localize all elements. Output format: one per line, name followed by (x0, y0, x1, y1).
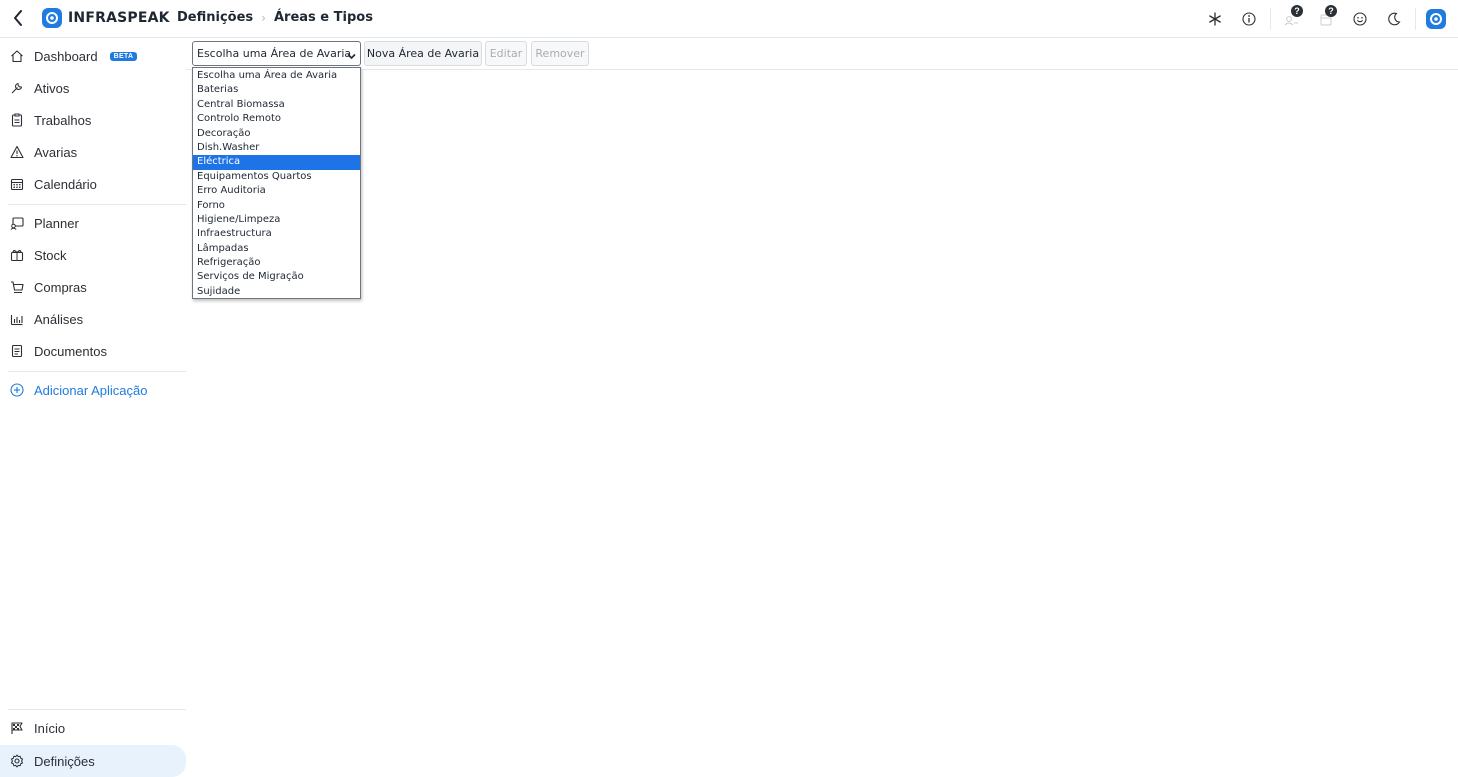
box-icon (10, 248, 24, 262)
dropdown-option[interactable]: Controlo Remoto (193, 112, 360, 126)
warning-icon (10, 145, 24, 159)
sidebar-item-label: Início (34, 720, 66, 736)
dropdown-option[interactable]: Serviços de Migração (193, 270, 360, 284)
help-badge: ? (1325, 5, 1337, 17)
sidebar-item-label: Dashboard (34, 48, 98, 64)
dropdown-option[interactable]: Dish.Washer (193, 141, 360, 155)
flag-icon (10, 721, 24, 735)
sidebar-item-stock[interactable]: Stock (0, 239, 186, 271)
plus-circle-icon (10, 383, 24, 397)
sidebar-item-label: Calendário (34, 176, 97, 192)
infraspeak-logo-icon (42, 8, 62, 28)
breadcrumb-separator-icon: › (261, 10, 266, 25)
chevron-down-icon (347, 50, 356, 63)
dropdown-option-highlighted[interactable]: Eléctrica (193, 155, 360, 170)
smile-icon[interactable] (1343, 0, 1377, 38)
dropdown-option[interactable]: Refrigeração (193, 256, 360, 270)
sidebar-item-label: Avarias (34, 144, 78, 160)
sidebar-divider (8, 371, 186, 372)
dropdown-option[interactable]: Baterias (193, 83, 360, 97)
sidebar-item-label: Análises (34, 311, 84, 327)
logo-text: INFRASPEAK (68, 10, 170, 26)
top-icons: ? ? (1198, 0, 1458, 38)
sidebar-item-label: Definições (34, 753, 95, 769)
sidebar-item-documentos[interactable]: Documentos (0, 335, 186, 367)
chart-icon (10, 312, 24, 326)
dropdown-option[interactable]: Decoração (193, 127, 360, 141)
moon-icon[interactable] (1377, 0, 1411, 38)
dropdown-option[interactable]: Forno (193, 199, 360, 213)
clipboard-icon (10, 113, 24, 127)
dropdown-option[interactable]: Central Biomassa (193, 98, 360, 112)
beta-badge: BETA (109, 51, 138, 61)
breadcrumb-current: Áreas e Tipos (273, 10, 373, 25)
dropdown-option[interactable]: Equipamentos Quartos (193, 170, 360, 184)
sidebar-item-inicio[interactable]: Início (0, 712, 186, 744)
dropdown-option[interactable]: Infraestructura (193, 227, 360, 241)
add-application-button[interactable]: Adicionar Aplicação (0, 374, 186, 406)
sidebar-item-label: Ativos (34, 80, 70, 96)
home-icon (10, 49, 24, 63)
sidebar-item-avarias[interactable]: Avarias (0, 136, 186, 168)
sidebar-item-label: Planner (34, 215, 79, 231)
remove-button[interactable]: Remover (531, 41, 589, 66)
sidebar-item-definicoes[interactable]: Definições (0, 745, 186, 777)
divider (1415, 8, 1416, 30)
info-icon[interactable] (1232, 0, 1266, 38)
sidebar-item-ativos[interactable]: Ativos (0, 72, 186, 104)
top-bar: INFRASPEAK Definições › Áreas e Tipos ? … (0, 0, 1458, 38)
sidebar-item-label: Compras (34, 279, 87, 295)
area-select[interactable]: Escolha uma Área de Avaria (192, 41, 361, 66)
add-application-label: Adicionar Aplicação (34, 382, 148, 398)
calendar-help-icon[interactable]: ? (1309, 0, 1343, 38)
sidebar: Dashboard BETA Ativos Trabalhos Avarias … (0, 39, 190, 777)
area-dropdown-list[interactable]: Escolha uma Área de Avaria Baterias Cent… (192, 67, 361, 299)
help-badge: ? (1291, 5, 1303, 17)
cart-icon (10, 280, 24, 294)
sidebar-item-planner[interactable]: Planner (0, 207, 186, 239)
sidebar-item-label: Trabalhos (34, 112, 92, 128)
area-select-value: Escolha uma Área de Avaria (197, 47, 352, 60)
dropdown-option[interactable]: Erro Auditoria (193, 184, 360, 198)
sidebar-item-label: Documentos (34, 343, 107, 359)
calendar-icon (10, 177, 24, 191)
sidebar-item-analises[interactable]: Análises (0, 303, 186, 335)
planner-icon (10, 216, 24, 230)
sidebar-item-label: Stock (34, 247, 67, 263)
back-arrow-icon[interactable] (8, 8, 28, 28)
sidebar-item-compras[interactable]: Compras (0, 271, 186, 303)
new-area-button[interactable]: Nova Área de Avaria (364, 41, 482, 66)
sidebar-item-trabalhos[interactable]: Trabalhos (0, 104, 186, 136)
sidebar-divider (8, 709, 186, 710)
wrench-icon (10, 81, 24, 95)
dropdown-option[interactable]: Sujidade (193, 285, 360, 299)
dropdown-option[interactable]: Escolha uma Área de Avaria (193, 69, 360, 83)
document-icon (10, 344, 24, 358)
sidebar-item-calendario[interactable]: Calendário (0, 168, 186, 200)
content-toolbar: Escolha uma Área de Avaria Nova Área de … (186, 39, 1458, 70)
sidebar-divider (8, 204, 186, 205)
dropdown-option[interactable]: Lâmpadas (193, 242, 360, 256)
app-logo[interactable]: INFRASPEAK (42, 7, 170, 29)
divider (1270, 8, 1271, 30)
user-help-icon[interactable]: ? (1275, 0, 1309, 38)
edit-button[interactable]: Editar (485, 41, 527, 66)
breadcrumb: Definições › Áreas e Tipos (177, 10, 373, 25)
gear-icon (10, 754, 24, 768)
dropdown-option[interactable]: Higiene/Limpeza (193, 213, 360, 227)
sidebar-item-dashboard[interactable]: Dashboard BETA (0, 40, 186, 72)
app-logo-icon[interactable] (1426, 9, 1446, 29)
asterisk-icon[interactable] (1198, 0, 1232, 38)
breadcrumb-settings[interactable]: Definições (177, 10, 253, 25)
